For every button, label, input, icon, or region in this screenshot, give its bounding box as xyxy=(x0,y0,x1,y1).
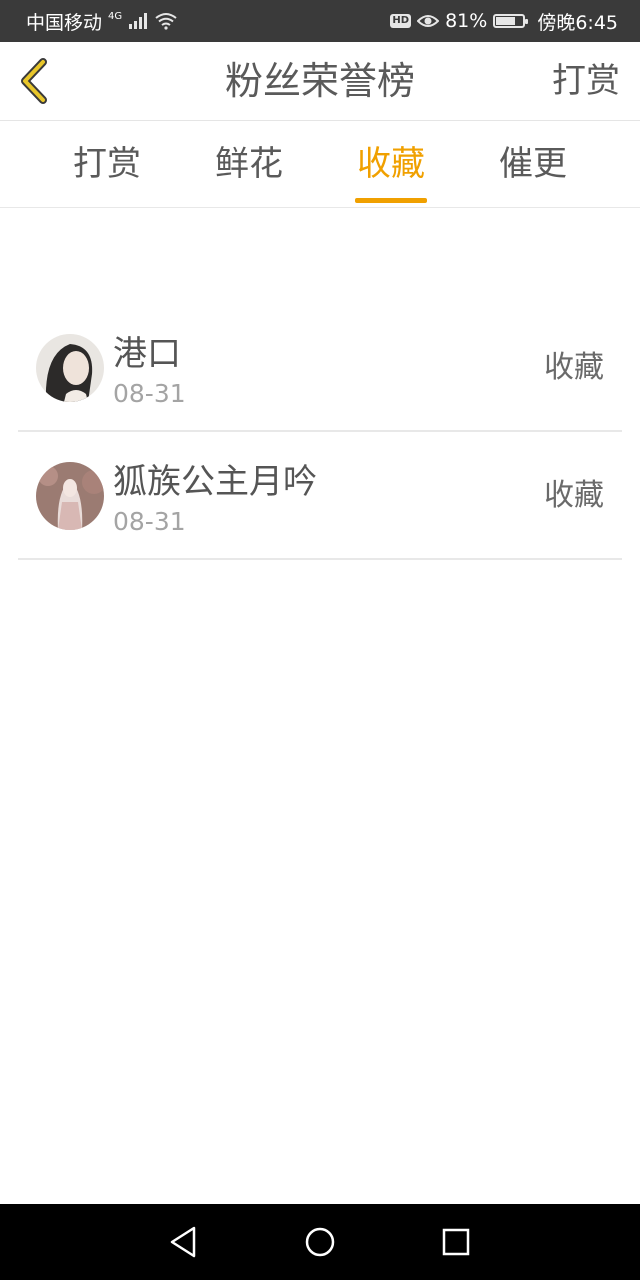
battery-icon xyxy=(493,14,529,28)
wifi-icon xyxy=(155,13,177,30)
fan-name: 港口 xyxy=(113,334,181,374)
tab-reward[interactable]: 打赏 xyxy=(36,121,178,207)
fan-list: 港口 08-31 收藏 狐族公主月吟 08-31 收藏 xyxy=(18,304,622,560)
chevron-left-icon xyxy=(21,58,47,104)
battery-percent: 81% xyxy=(445,10,488,32)
home-circle-icon[interactable] xyxy=(300,1222,340,1262)
avatar[interactable] xyxy=(36,462,104,530)
list-item[interactable]: 港口 08-31 收藏 xyxy=(18,304,622,432)
fan-name: 狐族公主月吟 xyxy=(113,462,317,502)
status-right: HD 81% 傍晚6:45 xyxy=(390,8,618,35)
fan-date: 08-31 xyxy=(113,507,186,536)
tab-label: 收藏 xyxy=(357,144,425,184)
tab-flowers[interactable]: 鲜花 xyxy=(178,121,320,207)
tab-favorites[interactable]: 收藏 xyxy=(320,121,462,207)
recent-square-icon[interactable] xyxy=(436,1222,476,1262)
clock: 傍晚6:45 xyxy=(537,11,618,34)
status-bar: 中国移动 4G HD 81% 傍晚6:45 xyxy=(0,0,640,42)
list-item[interactable]: 狐族公主月吟 08-31 收藏 xyxy=(18,432,622,560)
tab-label: 鲜花 xyxy=(215,144,283,184)
back-triangle-icon[interactable] xyxy=(164,1222,204,1262)
carrier-label: 中国移动 xyxy=(26,11,103,34)
title-bar: 粉丝荣誉榜 打赏 xyxy=(0,42,640,121)
hd-icon: HD xyxy=(390,14,412,28)
status-left: 中国移动 4G xyxy=(26,8,178,35)
tab-urge-update[interactable]: 催更 xyxy=(462,121,604,207)
avatar-image xyxy=(36,334,104,402)
fan-action-label: 收藏 xyxy=(544,478,604,513)
network-type: 4G xyxy=(108,10,123,22)
fan-date: 08-31 xyxy=(113,379,186,408)
signal-icon xyxy=(129,13,148,29)
avatar[interactable] xyxy=(36,334,104,402)
page-title: 粉丝荣誉榜 xyxy=(224,59,415,103)
back-button[interactable] xyxy=(10,56,58,106)
fan-action-label: 收藏 xyxy=(544,350,604,385)
tab-label: 催更 xyxy=(499,144,567,184)
navigation-bar xyxy=(0,1204,640,1280)
reward-button[interactable]: 打赏 xyxy=(552,42,620,120)
tab-label: 打赏 xyxy=(73,144,141,184)
tab-bar: 打赏 鲜花 收藏 催更 xyxy=(0,121,640,208)
active-tab-indicator xyxy=(355,198,427,203)
avatar-image xyxy=(36,462,104,530)
eye-icon xyxy=(417,15,440,27)
